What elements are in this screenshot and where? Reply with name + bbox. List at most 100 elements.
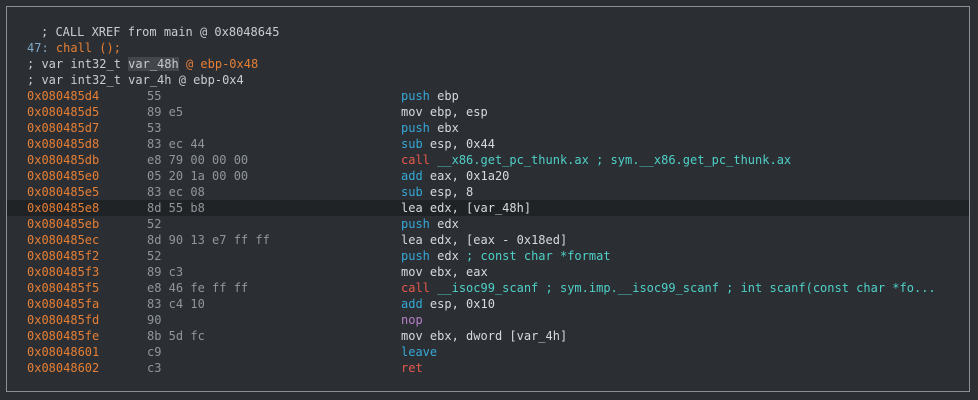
instruction-bytes: 53 (147, 121, 162, 135)
instruction-bytes: e8 46 fe ff ff (147, 281, 249, 295)
instruction-comment: ; sym.__x86.get_pc_thunk.ax (588, 153, 792, 167)
instruction-row[interactable]: 0x080485f3 89 c3 mov ebx, eax (7, 264, 969, 280)
instruction-asm: add eax, 0x1a20 (401, 168, 509, 184)
instruction-mnemonic: push (401, 89, 430, 103)
instruction-bytes: 8d 55 b8 (147, 201, 205, 215)
instruction-address[interactable]: 0x08048602 (27, 360, 99, 376)
instruction-row[interactable]: 0x080485fa 83 c4 10 add esp, 0x10 (7, 296, 969, 312)
instruction-address[interactable]: 0x080485d5 (27, 104, 99, 120)
instruction-bytes: e8 79 00 00 00 (147, 153, 249, 167)
instruction-address[interactable]: 0x080485f2 (27, 248, 99, 264)
instruction-bytes: 89 c3 (147, 265, 184, 279)
instruction-bytes: 90 (147, 313, 162, 327)
instruction-row[interactable]: 0x08048602 c3 ret (7, 360, 969, 376)
instruction-row[interactable]: 0x080485eb 52 push edx (7, 216, 969, 232)
instruction-address[interactable]: 0x080485e5 (27, 184, 99, 200)
instruction-mnemonic: add (401, 169, 423, 183)
instruction-address[interactable]: 0x080485e8 (27, 200, 99, 216)
instruction-asm: lea edx, [var_48h] (401, 200, 531, 216)
instruction-address[interactable]: 0x080485d8 (27, 136, 99, 152)
instruction-address[interactable]: 0x080485ec (27, 232, 99, 248)
instruction-bytes: 52 (147, 217, 162, 231)
instruction-row[interactable]: 0x080485fe 8b 5d fc mov ebx, dword [var_4h… (7, 328, 969, 344)
instruction-asm: push ebx (401, 120, 459, 136)
instruction-operands: ebp (437, 89, 459, 103)
instruction-mnemonic: sub (401, 137, 423, 151)
instruction-operands: ebx (437, 121, 459, 135)
instruction-mnemonic: call (401, 153, 430, 167)
instruction-row[interactable]: 0x080485fd 90 nop (7, 312, 969, 328)
instruction-bytes: 83 ec 44 (147, 137, 205, 151)
instruction-mnemonic: call (401, 281, 430, 295)
instruction-row[interactable]: 0x080485e8 8d 55 b8 lea edx, [var_48h] (7, 200, 969, 216)
instruction-asm: lea edx, [eax - 0x18ed] (401, 232, 567, 248)
function-name: chall (); (55, 41, 121, 55)
instruction-mnemonic: push (401, 249, 430, 263)
instruction-comment: ; sym.imp.__isoc99_scanf ; int scanf(con… (538, 281, 936, 295)
instruction-mnemonic: nop (401, 313, 423, 327)
instruction-bytes: 83 c4 10 (147, 297, 205, 311)
instruction-asm: sub esp, 0x44 (401, 136, 495, 152)
instruction-address[interactable]: 0x080485fa (27, 296, 99, 312)
var-declaration-1: ; var int32_t var_48h @ ebp-0x48 (27, 56, 953, 72)
instruction-row[interactable]: 0x080485db e8 79 00 00 00 call __x86.get_p… (7, 152, 969, 168)
instruction-asm: leave (401, 344, 437, 360)
instruction-mnemonic: mov (401, 265, 423, 279)
instruction-row[interactable]: 0x080485d4 55 push ebp (7, 88, 969, 104)
instruction-asm: push edx (401, 216, 459, 232)
instruction-mnemonic: ret (401, 361, 423, 375)
instruction-bytes: 55 (147, 89, 162, 103)
instruction-bytes: c9 (147, 345, 162, 359)
instruction-asm: mov ebp, esp (401, 104, 488, 120)
instruction-address[interactable]: 0x08048601 (27, 344, 99, 360)
instruction-asm: push edx ; const char *format (401, 248, 611, 264)
instruction-row[interactable]: 0x080485ec 8d 90 13 e7 ff ff lea edx, [eax… (7, 232, 969, 248)
instruction-bytes: 8b 5d fc (147, 329, 205, 343)
instruction-operands: edx (437, 217, 459, 231)
instruction-operands: ebx, eax (429, 265, 488, 279)
instruction-mnemonic: mov (401, 329, 423, 343)
instruction-operands: edx, [eax - 0x18ed] (429, 233, 568, 247)
instruction-address[interactable]: 0x080485f3 (27, 264, 99, 280)
instruction-row[interactable]: 0x080485d8 83 ec 44 sub esp, 0x44 (7, 136, 969, 152)
instruction-bytes: 05 20 1a 00 00 (147, 169, 249, 183)
instruction-asm: call __isoc99_scanf ; sym.imp.__isoc99_s… (401, 280, 936, 296)
instruction-asm: mov ebx, eax (401, 264, 488, 280)
instruction-bytes: 8d 90 13 e7 ff ff (147, 233, 270, 247)
instruction-bytes: c3 (147, 361, 162, 375)
instruction-row[interactable]: 0x080485d5 89 e5 mov ebp, esp (7, 104, 969, 120)
instruction-asm: sub esp, 8 (401, 184, 473, 200)
function-size: 47: (27, 41, 56, 55)
instruction-row[interactable]: 0x080485f5 e8 46 fe ff ff call __isoc99_sc… (7, 280, 969, 296)
disassembly-panel: ; CALL XREF from main @ 0x8048645 47: ch… (6, 6, 970, 392)
instruction-address[interactable]: 0x080485d4 (27, 88, 99, 104)
instruction-address[interactable]: 0x080485d7 (27, 120, 99, 136)
instruction-row[interactable]: 0x080485d7 53 push ebx (7, 120, 969, 136)
instruction-mnemonic: sub (401, 185, 423, 199)
xref-comment: ; CALL XREF from main @ 0x8048645 (41, 25, 280, 39)
instruction-operands: esp, 0x44 (429, 137, 495, 151)
instruction-asm: ret (401, 360, 423, 376)
instruction-address[interactable]: 0x080485fe (27, 328, 99, 344)
var-1-name[interactable]: var_48h (128, 57, 179, 71)
instruction-mnemonic: lea (401, 233, 423, 247)
instruction-bytes: 83 ec 08 (147, 185, 205, 199)
instruction-address[interactable]: 0x080485e0 (27, 168, 99, 184)
instruction-asm: mov ebx, dword [var_4h] (401, 328, 567, 344)
function-signature[interactable]: 47: chall (); (27, 40, 953, 56)
instruction-operands: edx (437, 249, 459, 263)
instruction-address[interactable]: 0x080485db (27, 152, 99, 168)
instruction-mnemonic: lea (401, 201, 423, 215)
var-1-prefix: ; var int32_t (27, 57, 129, 71)
instruction-bytes: 89 e5 (147, 105, 184, 119)
instruction-address[interactable]: 0x080485fd (27, 312, 99, 328)
instruction-row[interactable]: 0x080485e5 83 ec 08 sub esp, 8 (7, 184, 969, 200)
instruction-mnemonic: leave (401, 345, 438, 359)
instruction-row[interactable]: 0x080485e0 05 20 1a 00 00 add eax, 0x1a20 (7, 168, 969, 184)
instruction-address[interactable]: 0x080485f5 (27, 280, 99, 296)
instruction-operands: edx, [var_48h] (429, 201, 532, 215)
instruction-row[interactable]: 0x080485f2 52 push edx ; const char *forma… (7, 248, 969, 264)
instruction-row[interactable]: 0x08048601 c9 leave (7, 344, 969, 360)
instruction-comment: ; const char *format (458, 249, 611, 263)
instruction-address[interactable]: 0x080485eb (27, 216, 99, 232)
